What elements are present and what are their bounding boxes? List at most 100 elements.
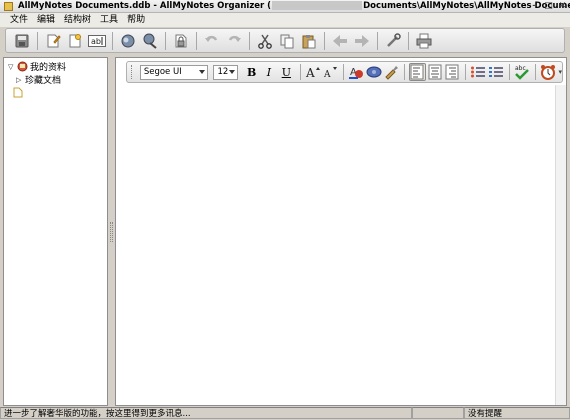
minimize-button[interactable]: – [529,1,540,11]
highlight-button[interactable] [365,63,382,81]
lock-button[interactable] [171,31,191,51]
chevron-down-icon [199,69,206,74]
bold-button[interactable]: B [243,63,259,81]
toolbar-separator [408,31,409,50]
toolbar-grip[interactable] [131,65,134,79]
undo-icon [205,35,218,42]
numbered-list-icon [488,67,503,77]
align-left-icon [410,64,424,80]
italic-button[interactable]: I [261,63,277,81]
cut-button[interactable] [255,31,275,51]
bullet-list-button[interactable] [470,63,486,81]
tools-icon [387,32,401,47]
paste-icon [302,34,316,48]
align-left-button[interactable] [409,63,426,81]
align-center-button[interactable] [427,63,443,81]
window-controls: – □ ✕ [529,1,568,11]
status-bar: 进一步了解奢华版的功能，按这里得到更多讯息... 没有提醒 [0,407,570,420]
menu-tree[interactable]: 结构树 [64,13,91,27]
main-toolbar: ab [5,28,565,53]
print-button[interactable] [414,31,434,51]
arrow-left-icon [333,34,347,47]
window-title-prefix: AllMyNotes Documents.ddb - AllMyNotes Or… [18,1,272,11]
menu-help[interactable]: 帮助 [127,13,145,27]
alarm-clock-icon [541,65,556,80]
expand-toggle[interactable]: ▷ [16,76,25,84]
maximize-button[interactable]: □ [543,1,554,11]
rename-icon: ab [88,34,106,47]
save-button[interactable] [12,31,32,51]
toolbar-separator [196,31,197,50]
toolbar-separator [165,31,166,50]
tree-item-favorites[interactable]: ▷ 珍藏文档 [16,73,61,87]
toolbar-separator [508,64,510,80]
paste-button[interactable] [299,31,319,51]
copy-button[interactable] [277,31,297,51]
copy-icon [280,34,294,48]
svg-text:A: A [305,66,315,79]
font-name-select[interactable]: Segoe UI [139,64,209,80]
forward-button[interactable] [352,31,372,51]
font-size-value: 12 [217,66,229,77]
close-button[interactable]: ✕ [557,1,568,11]
toolbar-separator [465,64,467,80]
pane-splitter[interactable] [109,57,114,406]
save-icon [15,34,29,47]
redo-button[interactable] [224,31,244,51]
undo-button[interactable] [202,31,222,51]
toolbar-separator [299,64,301,80]
collapse-toggle[interactable]: ▽ [8,63,16,71]
font-grow-icon: A [305,66,320,79]
menu-bar: 文件 编辑 结构树 工具 帮助 [0,13,570,27]
menu-tools[interactable]: 工具 [100,13,118,27]
tree-item-root[interactable]: ▽ 我的资料 [8,60,66,73]
chevron-down-icon [229,69,236,74]
new-note-button[interactable] [43,31,63,51]
font-color-icon: A [349,67,364,79]
arrow-right-icon [355,34,369,47]
attach-button[interactable] [383,31,403,51]
editor-scrollbar[interactable] [555,85,566,405]
tree-item-label: 我的资料 [30,63,67,73]
grow-font-button[interactable]: A [304,63,320,81]
editor-pane: Segoe UI 12 B I U A A A abc ▾ [115,57,567,406]
toolbar-separator [37,31,38,50]
note-editor[interactable] [117,85,555,405]
new-child-note-button[interactable] [65,31,85,51]
shrink-font-button[interactable]: A [322,63,338,81]
find-replace-button[interactable] [140,31,160,51]
find-replace-icon [143,33,157,49]
title-bar: AllMyNotes Documents.ddb - AllMyNotes Or… [0,0,570,13]
numbered-list-button[interactable] [488,63,504,81]
rename-button[interactable]: ab [87,31,107,51]
font-color-button[interactable]: A [348,63,364,81]
status-hint-link[interactable]: 进一步了解奢华版的功能，按这里得到更多讯息... [0,407,412,419]
note-icon [13,87,23,98]
font-size-select[interactable]: 12 [213,64,239,80]
toolbar-separator [249,31,250,50]
tree-pane[interactable]: ▽ 我的资料 ▷ 珍藏文档 [3,57,108,406]
menu-file[interactable]: 文件 [10,13,28,27]
splitter-grip[interactable] [110,222,113,242]
search-icon [121,34,135,47]
align-right-button[interactable] [444,63,460,81]
clear-format-button[interactable] [383,63,399,81]
spellcheck-button[interactable]: abc [514,63,530,81]
toolbar-separator [324,31,325,50]
align-right-icon [445,64,459,80]
toolbar-separator [343,64,345,80]
format-toolbar: Segoe UI 12 B I U A A A abc ▾ [126,61,563,83]
new-child-note-icon [69,33,81,47]
chevron-down-icon[interactable]: ▾ [558,68,562,76]
reminder-button[interactable] [540,63,556,81]
underline-button[interactable]: U [278,63,294,81]
print-icon [416,33,432,48]
toolbar-separator [535,64,537,80]
font-name-value: Segoe UI [143,66,182,77]
toolbar-separator [377,31,378,50]
back-button[interactable] [330,31,350,51]
menu-edit[interactable]: 编辑 [37,13,55,27]
status-reminder: 没有提醒 [464,407,570,419]
tree-item-new-note[interactable] [13,86,23,99]
search-button[interactable] [118,31,138,51]
